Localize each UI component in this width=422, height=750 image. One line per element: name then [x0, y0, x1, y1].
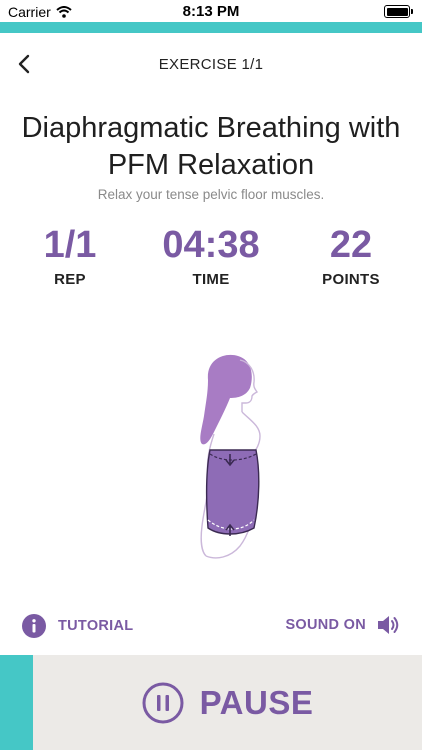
sound-toggle[interactable]: SOUND ON [285, 614, 400, 636]
pause-label: PAUSE [199, 683, 314, 721]
controls-row: TUTORIAL SOUND ON [0, 610, 422, 644]
points-label: POINTS [322, 271, 380, 288]
speaker-icon [378, 616, 399, 634]
pause-button[interactable]: PAUSE [33, 655, 422, 750]
time-label: TIME [192, 271, 230, 288]
rep-label: REP [54, 271, 86, 288]
pause-icon [142, 682, 184, 723]
stat-rep: 1/1 REP [20, 222, 120, 288]
exercise-title-line1: Diaphragmatic Breathing with [21, 112, 401, 144]
rep-value: 1/1 [43, 224, 97, 266]
tutorial-button[interactable]: TUTORIAL [22, 614, 133, 638]
breathing-illustration [200, 354, 261, 559]
exercise-subtitle: Relax your tense pelvic floor muscles. [97, 187, 325, 202]
exercise-progress-fill [0, 22, 422, 33]
exercise-title-line2: PFM Relaxation [107, 149, 315, 181]
sound-label: SOUND ON [285, 617, 366, 633]
tutorial-label: TUTORIAL [58, 618, 134, 634]
time-value: 04:38 [162, 224, 260, 266]
nav-bar: EXERCISE 1/1 [0, 44, 422, 84]
points-value: 22 [329, 224, 373, 266]
pause-bar: PAUSE [0, 655, 422, 750]
info-icon [22, 614, 46, 638]
nav-title: EXERCISE 1/1 [158, 56, 264, 73]
stat-time: 04:38 TIME [141, 222, 281, 288]
exercise-title: Diaphragmatic Breathing with PFM Relaxat… [0, 110, 422, 184]
hair-shape [200, 354, 252, 445]
status-time: 8:13 PM [182, 3, 240, 20]
battery-icon [384, 5, 413, 18]
status-bar: Carrier 8:13 PM [0, 0, 422, 22]
exercise-progress-bar [0, 22, 422, 33]
pause-bar-accent [0, 655, 33, 750]
stat-points: 22 POINTS [301, 222, 401, 288]
